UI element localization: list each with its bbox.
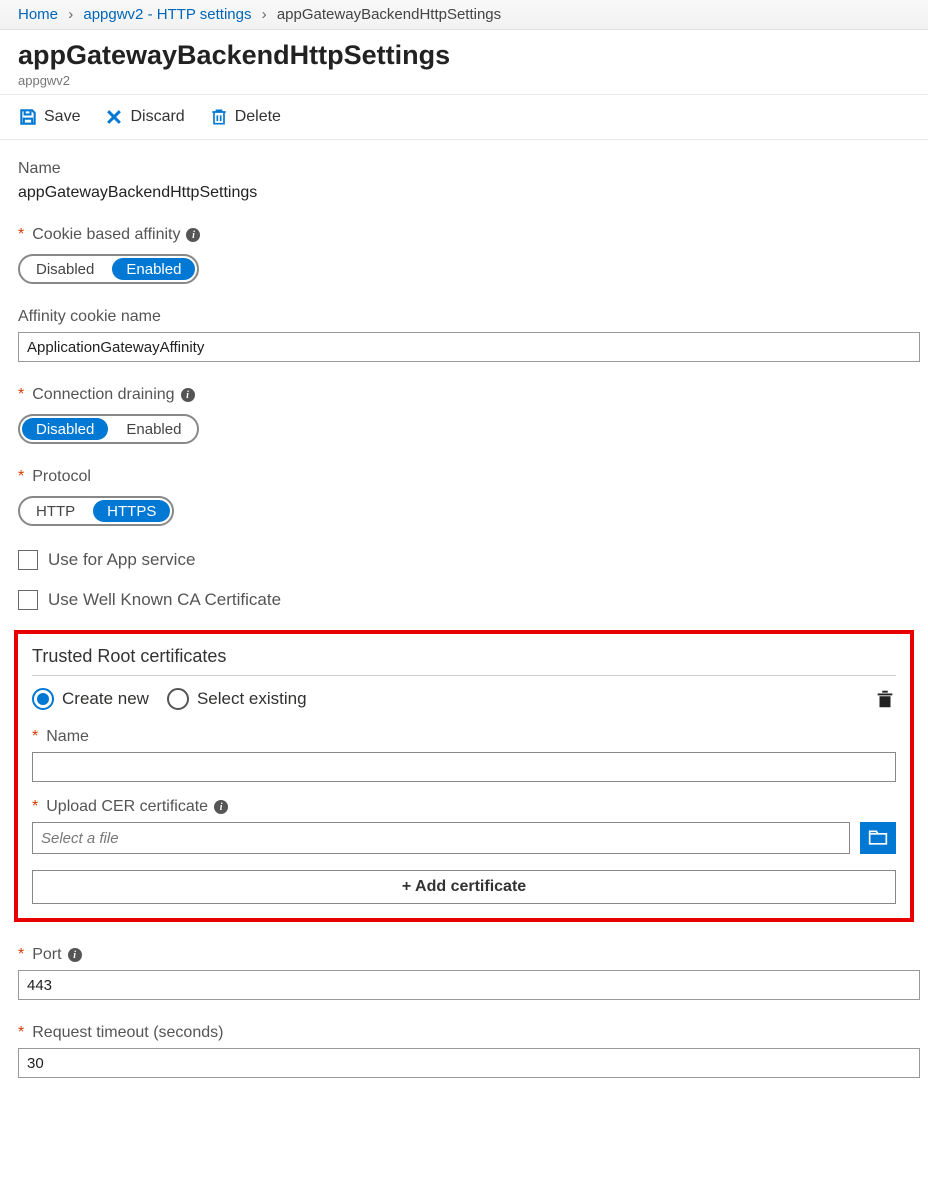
info-icon[interactable]: i xyxy=(186,228,200,242)
field-connection-draining: * Connection draining i Disabled Enabled xyxy=(18,386,910,444)
use-app-service-checkbox[interactable]: Use for App service xyxy=(18,550,910,570)
trash-icon xyxy=(209,107,229,127)
save-label: Save xyxy=(44,108,80,126)
protocol-toggle[interactable]: HTTP HTTPS xyxy=(18,496,174,526)
divider xyxy=(32,675,896,676)
cert-name-input[interactable] xyxy=(32,752,896,782)
trusted-root-title: Trusted Root certificates xyxy=(32,646,896,667)
field-port: * Port i xyxy=(18,946,910,1000)
radio-icon xyxy=(32,688,54,710)
info-icon[interactable]: i xyxy=(68,948,82,962)
info-icon[interactable]: i xyxy=(214,800,228,814)
cookie-affinity-disabled[interactable]: Disabled xyxy=(20,256,110,282)
delete-certificate-button[interactable] xyxy=(874,688,896,710)
create-new-label: Create new xyxy=(62,689,149,709)
close-icon xyxy=(104,107,124,127)
required-marker: * xyxy=(18,226,24,244)
field-request-timeout: * Request timeout (seconds) xyxy=(18,1024,910,1078)
info-icon[interactable]: i xyxy=(181,388,195,402)
affinity-cookie-name-input[interactable] xyxy=(18,332,920,362)
breadcrumb: Home › appgwv2 - HTTP settings › appGate… xyxy=(0,0,928,30)
protocol-https[interactable]: HTTPS xyxy=(93,500,170,522)
upload-cer-field: * Upload CER certificate i Select a file xyxy=(32,798,896,854)
use-well-known-ca-checkbox[interactable]: Use Well Known CA Certificate xyxy=(18,590,910,610)
select-existing-radio[interactable]: Select existing xyxy=(167,688,307,710)
save-icon xyxy=(18,107,38,127)
discard-button[interactable]: Discard xyxy=(104,107,184,127)
delete-label: Delete xyxy=(235,108,281,126)
folder-icon xyxy=(868,830,888,846)
required-marker: * xyxy=(18,946,24,964)
name-label: Name xyxy=(18,160,910,178)
request-timeout-input[interactable] xyxy=(18,1048,920,1078)
use-app-service-label: Use for App service xyxy=(48,550,195,570)
checkbox-icon xyxy=(18,590,38,610)
trusted-root-section: Trusted Root certificates Create new Sel… xyxy=(14,630,914,922)
request-timeout-label: Request timeout (seconds) xyxy=(32,1024,223,1042)
required-marker: * xyxy=(18,1024,24,1042)
page-header: appGatewayBackendHttpSettings appgwv2 xyxy=(0,30,928,95)
protocol-http[interactable]: HTTP xyxy=(20,498,91,524)
port-label: Port xyxy=(32,946,61,964)
field-protocol: * Protocol HTTP HTTPS xyxy=(18,468,910,526)
required-marker: * xyxy=(18,468,24,486)
form: Name appGatewayBackendHttpSettings * Coo… xyxy=(0,140,928,1122)
field-name: Name appGatewayBackendHttpSettings xyxy=(18,160,910,202)
breadcrumb-current: appGatewayBackendHttpSettings xyxy=(277,6,501,23)
breadcrumb-home[interactable]: Home xyxy=(18,6,58,23)
checkbox-icon xyxy=(18,550,38,570)
add-certificate-button[interactable]: + Add certificate xyxy=(32,870,896,904)
required-marker: * xyxy=(32,728,38,746)
toolbar: Save Discard Delete xyxy=(0,95,928,140)
delete-button[interactable]: Delete xyxy=(209,107,281,127)
cert-name-field: * Name xyxy=(32,728,896,782)
page-title: appGatewayBackendHttpSettings xyxy=(18,40,910,71)
cookie-affinity-toggle[interactable]: Disabled Enabled xyxy=(18,254,199,284)
upload-cer-label: Upload CER certificate xyxy=(46,798,208,816)
cookie-affinity-enabled[interactable]: Enabled xyxy=(112,258,195,280)
breadcrumb-level1[interactable]: appgwv2 - HTTP settings xyxy=(83,6,251,23)
discard-label: Discard xyxy=(130,108,184,126)
connection-draining-label: Connection draining xyxy=(32,386,174,404)
radio-icon xyxy=(167,688,189,710)
name-value: appGatewayBackendHttpSettings xyxy=(18,184,910,202)
cookie-affinity-label: Cookie based affinity xyxy=(32,226,180,244)
protocol-label: Protocol xyxy=(32,468,91,486)
chevron-right-icon: › xyxy=(68,6,73,23)
create-new-radio[interactable]: Create new xyxy=(32,688,149,710)
connection-draining-enabled[interactable]: Enabled xyxy=(110,416,197,442)
required-marker: * xyxy=(32,798,38,816)
connection-draining-disabled[interactable]: Disabled xyxy=(22,418,108,440)
connection-draining-toggle[interactable]: Disabled Enabled xyxy=(18,414,199,444)
port-input[interactable] xyxy=(18,970,920,1000)
page-subtitle: appgwv2 xyxy=(18,73,910,88)
browse-file-button[interactable] xyxy=(860,822,896,854)
field-affinity-cookie-name: Affinity cookie name xyxy=(18,308,910,362)
file-path-display: Select a file xyxy=(32,822,850,854)
affinity-cookie-name-label: Affinity cookie name xyxy=(18,308,910,326)
trusted-root-mode: Create new Select existing xyxy=(32,688,896,710)
required-marker: * xyxy=(18,386,24,404)
cert-name-label: Name xyxy=(46,728,89,746)
field-cookie-affinity: * Cookie based affinity i Disabled Enabl… xyxy=(18,226,910,284)
select-existing-label: Select existing xyxy=(197,689,307,709)
save-button[interactable]: Save xyxy=(18,107,80,127)
use-well-known-ca-label: Use Well Known CA Certificate xyxy=(48,590,281,610)
chevron-right-icon: › xyxy=(262,6,267,23)
